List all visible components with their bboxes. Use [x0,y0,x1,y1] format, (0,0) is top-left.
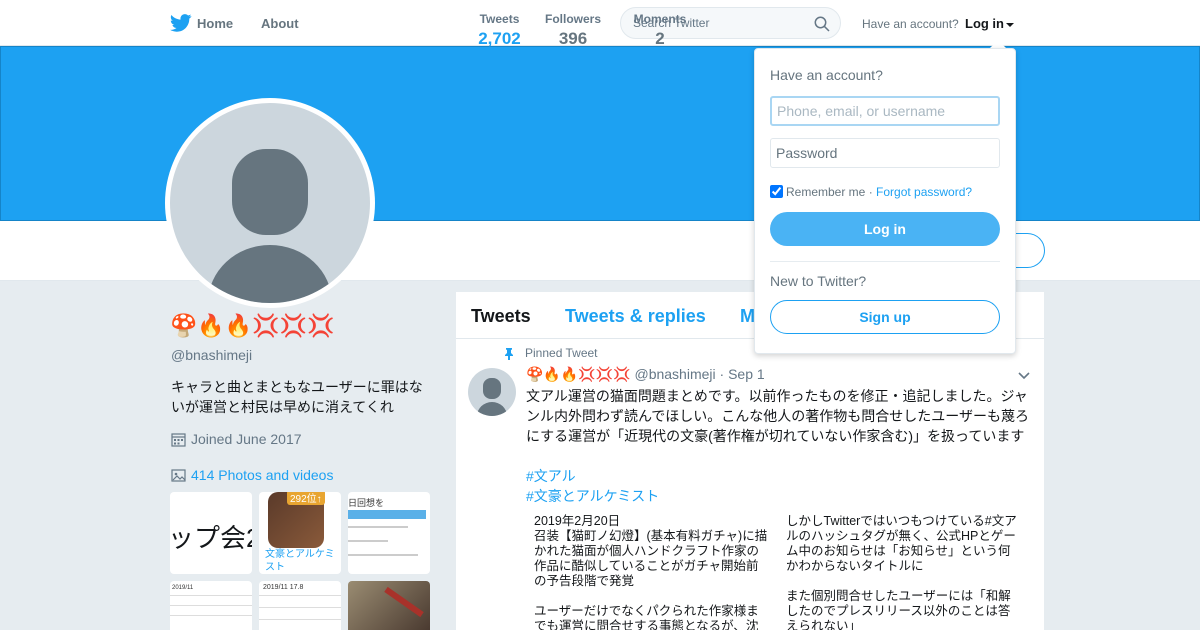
dropdown-title: Have an account? [770,67,883,83]
nav-home-link[interactable]: Home [197,16,233,31]
card-left-text: 2019年2月20日 召装【猫町ノ幻燈】(基本有料ガチャ)に描かれた猫面が個人ハ… [534,514,768,630]
default-avatar-image [170,103,370,303]
stat-tweets[interactable]: Tweets 2,702 [469,12,530,60]
tweet-date[interactable]: Sep 1 [728,366,765,382]
have-account-label: Have an account? [862,17,959,31]
new-to-twitter-label: New to Twitter? [770,273,867,289]
remember-me-label[interactable]: Remember me [786,185,865,199]
dropdown-divider [770,261,1000,262]
thumb-line [259,595,341,596]
media-thumbnail[interactable]: 日回想を [348,492,430,574]
media-thumbnail[interactable]: 292位↑ 文豪とアルケミスト [259,492,341,574]
thumb-pen [384,586,424,618]
profile-handle[interactable]: @bnashimeji [171,347,252,363]
tweet-header: 🍄🔥🔥💢💢💢 @bnashimeji · Sep 1 [526,366,765,383]
tweet-avatar[interactable] [468,368,516,416]
profile-bio: キャラと曲とまともなユーザーに罪はないが運営と村民は早めに消えてくれ [171,379,423,415]
joined-text: Joined June 2017 [191,431,302,447]
tweet-image-card[interactable]: 2019年2月20日 召装【猫町ノ幻燈】(基本有料ガチャ)に描かれた猫面が個人ハ… [534,514,1034,630]
thumb-text: ップ会2 [170,523,252,553]
stat-followers-value: 396 [558,29,588,48]
stat-moments[interactable]: Moments 2 [630,12,690,49]
twitter-bird-icon[interactable] [170,14,192,32]
tab-tweets[interactable]: Tweets [471,306,531,327]
stat-tweets-value: 2,702 [478,29,521,48]
calendar-icon [171,433,186,447]
default-user-icon [208,149,332,303]
thumb-line [170,605,252,606]
tab-tweets-replies[interactable]: Tweets & replies [565,306,706,327]
pin-icon [505,348,513,360]
profile-name: 🍄🔥🔥💢💢💢 [170,313,335,338]
thumb-line [348,554,418,556]
photos-videos-label[interactable]: 414 Photos and videos [191,467,333,483]
separator-dot: · [865,185,877,199]
thumb-text: 日回想を [348,498,385,508]
tweet-author-handle[interactable]: @bnashimeji [634,366,715,382]
search-icon[interactable] [814,16,830,32]
rank-badge: 292位↑ [287,492,325,505]
chevron-down-icon[interactable] [1018,372,1030,380]
media-thumbnail[interactable]: ップ会2 [170,492,252,574]
tweet-dot-separator: · [719,366,725,382]
tweet-text: 文アル運営の猫面問題まとめです。以前作ったものを修正・追記しました。ジャンル内外… [526,388,1030,444]
thumb-line [259,619,341,620]
login-button[interactable]: Log in [770,212,1000,246]
hashtag-link[interactable]: #文アル [526,466,576,486]
thumb-text: 文豪とアルケミスト [265,549,335,573]
stat-followers-label: Followers [544,12,601,26]
pinned-tweet-label: Pinned Tweet [525,346,598,360]
media-thumbnail[interactable]: 2019/11 17.8 [259,581,341,630]
username-field[interactable] [770,96,1000,126]
media-thumbnail[interactable]: 2019/11 [170,581,252,630]
media-thumbnail[interactable] [348,581,430,630]
thumb-text: 2019/11 17.8 [263,584,304,591]
signup-button[interactable]: Sign up [770,300,1000,334]
login-toggle-label[interactable]: Log in [965,16,1004,31]
nav-about-link[interactable]: About [261,16,299,31]
profile-avatar[interactable] [165,98,375,308]
thumb-line [259,607,341,608]
photos-videos-link[interactable]: 414 Photos and videos [171,467,333,483]
stat-followers[interactable]: Followers 396 [543,12,603,49]
hashtag-link[interactable]: #文豪とアルケミスト [526,486,659,506]
thumb-highlight [348,510,426,519]
thumb-line [348,540,388,542]
stat-moments-value: 2 [655,29,665,48]
joined-date: Joined June 2017 [171,431,302,447]
card-right-text: しかしTwitterではいつもつけている#文アルのハッシュタグが無く、公式HPと… [786,514,1017,630]
stat-moments-label: Moments [633,12,687,26]
login-dropdown-toggle[interactable]: Log in [965,16,1014,31]
tweet-author-name[interactable]: 🍄🔥🔥💢💢💢 [526,366,631,382]
password-field[interactable] [770,138,1000,168]
remember-me-row: Remember me · Forgot password? [770,185,972,199]
caret-down-icon [1006,22,1014,27]
default-user-icon [477,378,507,416]
remember-me-checkbox[interactable] [770,185,783,198]
thumb-line [348,526,408,528]
thumb-line [170,615,252,616]
login-dropdown: Have an account? Remember me · Forgot pa… [754,48,1016,354]
photo-icon [171,469,186,482]
thumb-line [170,595,252,596]
thumb-text: 2019/11 [172,585,194,591]
forgot-password-link[interactable]: Forgot password? [876,185,972,199]
stat-tweets-label: Tweets [479,12,520,26]
